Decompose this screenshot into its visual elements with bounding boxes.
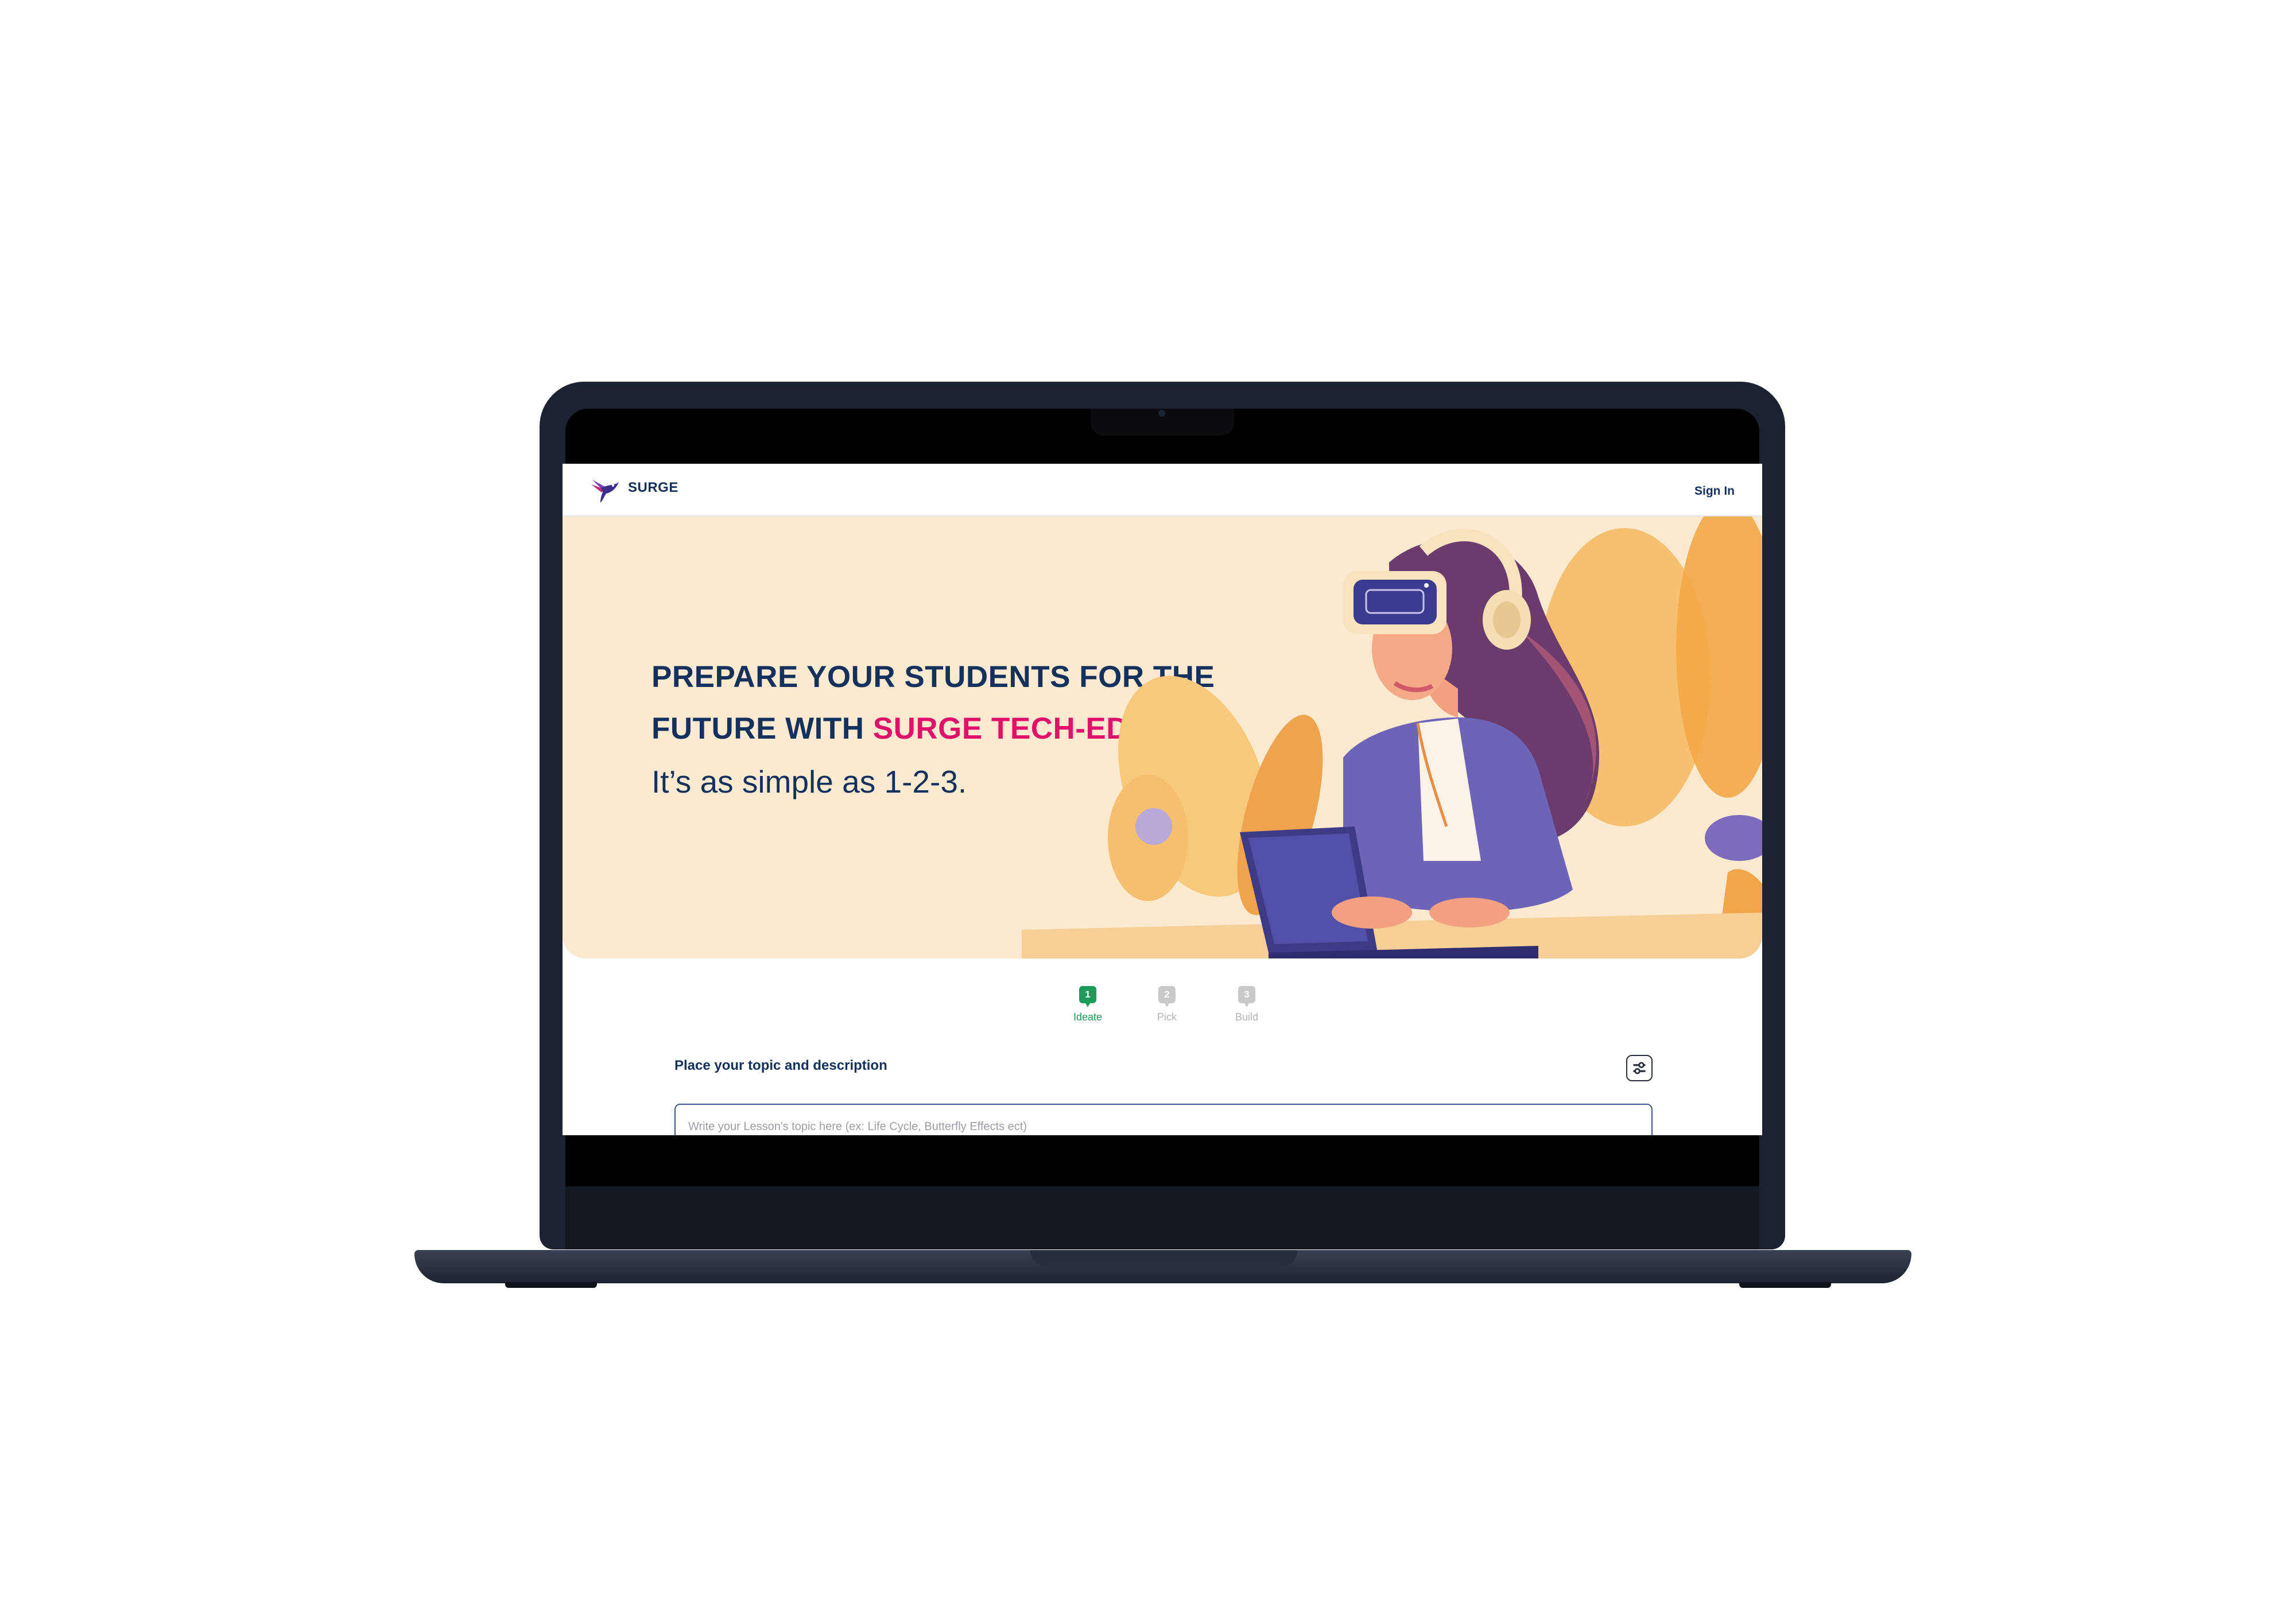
step-number-badge: 2	[1158, 986, 1176, 1007]
step-label: Ideate	[1073, 1011, 1103, 1023]
browser-screen: SURGE Sign In PREPARE YOUR STUDENTS FOR …	[563, 464, 1762, 1135]
hero-banner: PREPARE YOUR STUDENTS FOR THE FUTURE WIT…	[563, 517, 1762, 958]
step-indicator: 1 Ideate 2 Pick 3 Build	[1059, 986, 1266, 1032]
hummingbird-icon	[591, 480, 619, 503]
topic-section-label: Place your topic and description	[674, 1058, 887, 1073]
top-navbar: SURGE Sign In	[563, 464, 1762, 517]
step-number-badge: 1	[1079, 986, 1096, 1007]
sign-in-link[interactable]: Sign In	[1694, 484, 1735, 498]
step-pick[interactable]: 2 Pick	[1138, 986, 1196, 1023]
hero-title-line-2-prefix: FUTURE WITH	[651, 712, 873, 746]
step-build[interactable]: 3 Build	[1218, 986, 1275, 1023]
step-label: Pick	[1157, 1011, 1177, 1023]
topic-input[interactable]	[674, 1104, 1653, 1135]
laptop-chin	[565, 1186, 1759, 1249]
step-label: Build	[1235, 1011, 1259, 1023]
laptop-foot-right	[1739, 1282, 1831, 1288]
step-ideate[interactable]: 1 Ideate	[1059, 986, 1116, 1023]
vr-student-illustration	[1022, 517, 1762, 958]
settings-button[interactable]	[1626, 1055, 1653, 1081]
step-number-badge: 3	[1238, 986, 1255, 1007]
brand-name[interactable]: SURGE	[628, 480, 678, 496]
sliders-icon	[1633, 1062, 1646, 1074]
camera-icon	[1158, 410, 1165, 417]
laptop-foot-left	[505, 1282, 597, 1288]
laptop-hinge-lip	[1030, 1250, 1297, 1266]
hero-subtitle: It’s as simple as 1-2-3.	[651, 764, 967, 799]
